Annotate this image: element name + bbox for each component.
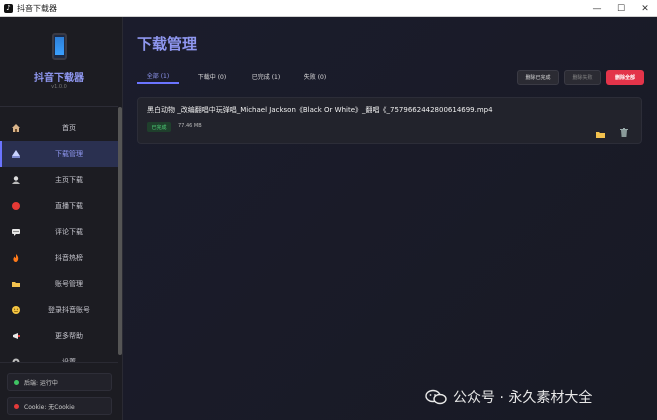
- sidebar-item-label: 更多帮助: [55, 332, 83, 340]
- fire-icon: [11, 253, 21, 263]
- window-titlebar: ♪ 抖音下载器 — ☐ ✕: [0, 0, 657, 17]
- backend-status-text: 后端: 运行中: [24, 379, 58, 387]
- comment-icon: [11, 227, 21, 237]
- megaphone-icon: [11, 331, 21, 341]
- app-name: 抖音下载器: [34, 73, 84, 84]
- sidebar-item-login[interactable]: 登录抖音账号: [0, 297, 118, 323]
- download-item: 黑白动物 _改编翻唱中玩弹唱_Michael Jackson《Black Or …: [137, 97, 642, 144]
- close-button[interactable]: ✕: [633, 0, 657, 17]
- tab-failed[interactable]: 失败 (0): [295, 68, 335, 84]
- tab-completed[interactable]: 已完成 (1): [241, 68, 291, 84]
- sidebar-logo-area: 抖音下载器 v1.0.0: [0, 17, 118, 107]
- home-icon: [11, 123, 21, 133]
- phone-icon: [52, 33, 67, 60]
- sidebar-divider: [0, 106, 118, 107]
- sidebar-item-download-manager[interactable]: 下载管理: [0, 141, 118, 167]
- cookie-status-text: Cookie: 无Cookie: [24, 403, 75, 411]
- user-home-icon: [11, 175, 21, 185]
- sidebar-item-label: 登录抖音账号: [48, 306, 90, 314]
- watermark: 公众号 · 永久素材大全: [425, 387, 592, 407]
- sidebar-item-label: 主页下载: [55, 176, 83, 184]
- download-filename: 黑白动物 _改编翻唱中玩弹唱_Michael Jackson《Black Or …: [147, 106, 493, 114]
- minimize-button[interactable]: —: [585, 0, 609, 17]
- sidebar-item-help[interactable]: 更多帮助: [0, 323, 118, 349]
- app-version: v1.0.0: [51, 84, 67, 90]
- sidebar-item-label: 抖音热榜: [55, 254, 83, 262]
- sidebar-item-accounts[interactable]: 账号管理: [0, 271, 118, 297]
- tab-all[interactable]: 全部 (1): [137, 68, 179, 84]
- app-logo-icon: ♪: [4, 3, 13, 13]
- download-manager-icon: [11, 149, 21, 159]
- folder-icon: [11, 279, 21, 289]
- sidebar-item-label: 首页: [62, 124, 76, 132]
- sidebar-item-user-home[interactable]: 主页下载: [0, 167, 118, 193]
- sidebar-item-label: 账号管理: [55, 280, 83, 288]
- cookie-status: Cookie: 无Cookie: [7, 397, 112, 415]
- sidebar-item-home[interactable]: 首页: [0, 115, 118, 141]
- sidebar-scrollbar[interactable]: [118, 107, 122, 355]
- wechat-icon: [425, 389, 447, 405]
- delete-icon[interactable]: [620, 122, 628, 137]
- window-controls: — ☐ ✕: [585, 0, 657, 17]
- watermark-text: 公众号 · 永久素材大全: [453, 390, 593, 406]
- clear-failed-button[interactable]: 删除失败: [564, 70, 601, 85]
- status-badge: 已完成: [147, 122, 171, 132]
- sidebar-item-label: 评论下载: [55, 228, 83, 236]
- cookie-status-dot: [14, 403, 19, 409]
- backend-status: 后端: 运行中: [7, 373, 112, 391]
- sidebar-item-label: 直播下载: [55, 202, 83, 210]
- maximize-button[interactable]: ☐: [609, 0, 633, 17]
- sidebar-item-comments[interactable]: 评论下载: [0, 219, 118, 245]
- open-folder-icon[interactable]: [596, 123, 605, 138]
- sidebar: 抖音下载器 v1.0.0 首页 下载管理 主页下载 直播下载 评论下载 抖音热榜…: [0, 17, 123, 420]
- page-title: 下载管理: [137, 35, 198, 53]
- tab-downloading[interactable]: 下载中 (0): [187, 68, 237, 84]
- live-record-icon: [11, 201, 21, 211]
- main-content: 下载管理 全部 (1) 下载中 (0) 已完成 (1) 失败 (0) 删除已完成…: [123, 17, 657, 420]
- clear-all-button[interactable]: 删除全部: [606, 70, 644, 85]
- sidebar-item-hot[interactable]: 抖音热榜: [0, 245, 118, 271]
- window-title: 抖音下载器: [17, 3, 57, 13]
- sidebar-item-label: 下载管理: [55, 150, 83, 158]
- download-tabs: 全部 (1) 下载中 (0) 已完成 (1) 失败 (0): [137, 68, 335, 86]
- login-icon: [11, 305, 21, 315]
- clear-completed-button[interactable]: 删除已完成: [517, 70, 559, 85]
- sidebar-item-live[interactable]: 直播下载: [0, 193, 118, 219]
- backend-status-dot: [14, 379, 19, 385]
- sidebar-status-area: 后端: 运行中 Cookie: 无Cookie: [0, 362, 118, 420]
- file-size: 77.46 MB: [178, 123, 202, 129]
- sidebar-nav: 首页 下载管理 主页下载 直播下载 评论下载 抖音热榜 账号管理 登录抖音账号 …: [0, 115, 118, 375]
